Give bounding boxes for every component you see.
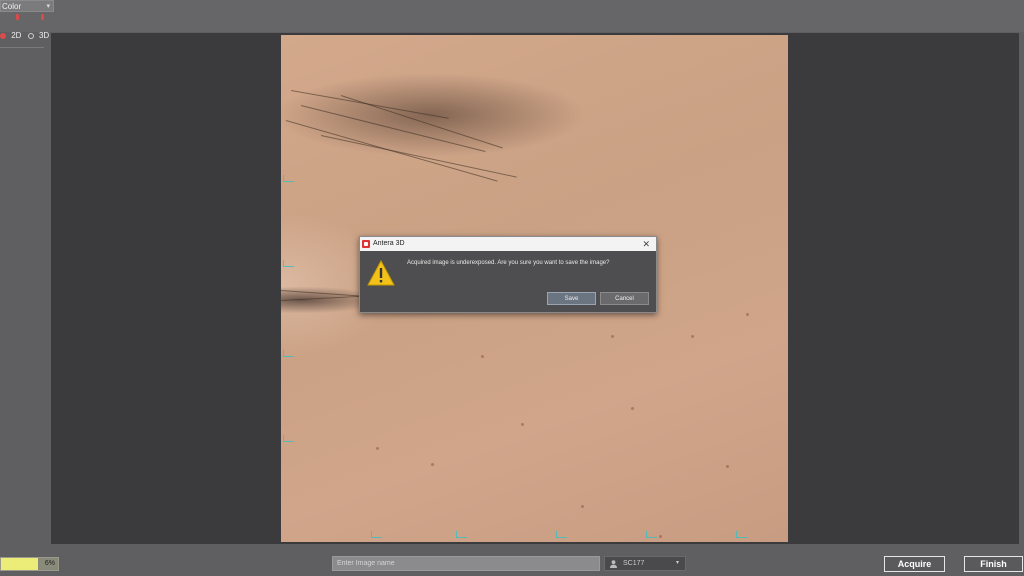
dialog-message: Acquired image is underexposed. Are you … (407, 260, 610, 266)
eyelash-stroke (281, 295, 361, 301)
radio-3d[interactable] (27, 32, 34, 39)
acquire-button[interactable]: Acquire (884, 556, 945, 572)
skin-spot (746, 313, 749, 316)
overlay-marker (556, 531, 567, 538)
progress-fill (1, 558, 39, 570)
chevron-down-icon: ▾ (46, 3, 50, 10)
finish-button[interactable]: Finish (964, 556, 1023, 572)
marker-icon (16, 14, 19, 20)
skin-spot (431, 463, 434, 466)
skin-spot (581, 505, 584, 508)
overlay-marker (736, 531, 747, 538)
overlay-marker (371, 531, 382, 538)
radio-2d-label: 2D (11, 31, 22, 41)
app-logo-icon (362, 240, 370, 248)
chevron-down-icon: ▾ (675, 560, 679, 566)
channel-markers (14, 14, 48, 22)
mode-select-value: Color (2, 2, 22, 11)
skin-spot (521, 423, 524, 426)
overlay-marker (283, 350, 294, 357)
warning-icon (367, 260, 395, 286)
image-name-input[interactable] (332, 556, 600, 571)
skin-spot (659, 535, 662, 538)
dimension-toggle: 2D 3D (0, 31, 49, 43)
overlay-marker (283, 260, 294, 267)
close-icon[interactable]: ✕ (642, 237, 650, 251)
user-select-value: SC177 (623, 560, 645, 567)
overlay-marker (456, 531, 467, 538)
save-button[interactable]: Save (547, 292, 596, 305)
overlay-marker (283, 435, 294, 442)
radio-3d-label: 3D (38, 31, 50, 41)
overlay-marker (283, 175, 294, 182)
underexposed-warning-dialog: Antera 3D ✕ Acquired image is underexpos… (359, 236, 657, 313)
dialog-title-bar: Antera 3D ✕ (360, 237, 656, 251)
user-icon (610, 560, 617, 568)
marker-icon (41, 14, 44, 20)
user-select[interactable]: SC177 ▾ (604, 556, 686, 571)
skin-spot (481, 355, 484, 358)
progress-bar: 6% (0, 557, 59, 571)
panel-divider (0, 47, 44, 48)
top-toolbar (0, 0, 1024, 32)
skin-spot (726, 465, 729, 468)
skin-spot (691, 335, 694, 338)
skin-spot (611, 335, 614, 338)
skin-spot (631, 407, 634, 410)
cancel-button[interactable]: Cancel (600, 292, 649, 305)
skin-spot (376, 447, 379, 450)
dialog-title: Antera 3D (373, 240, 405, 247)
mode-select[interactable]: Color ▾ (0, 0, 54, 12)
radio-2d[interactable] (0, 32, 6, 39)
progress-text: 6% (44, 560, 55, 567)
overlay-marker (646, 531, 657, 538)
hair-stroke (320, 135, 517, 178)
